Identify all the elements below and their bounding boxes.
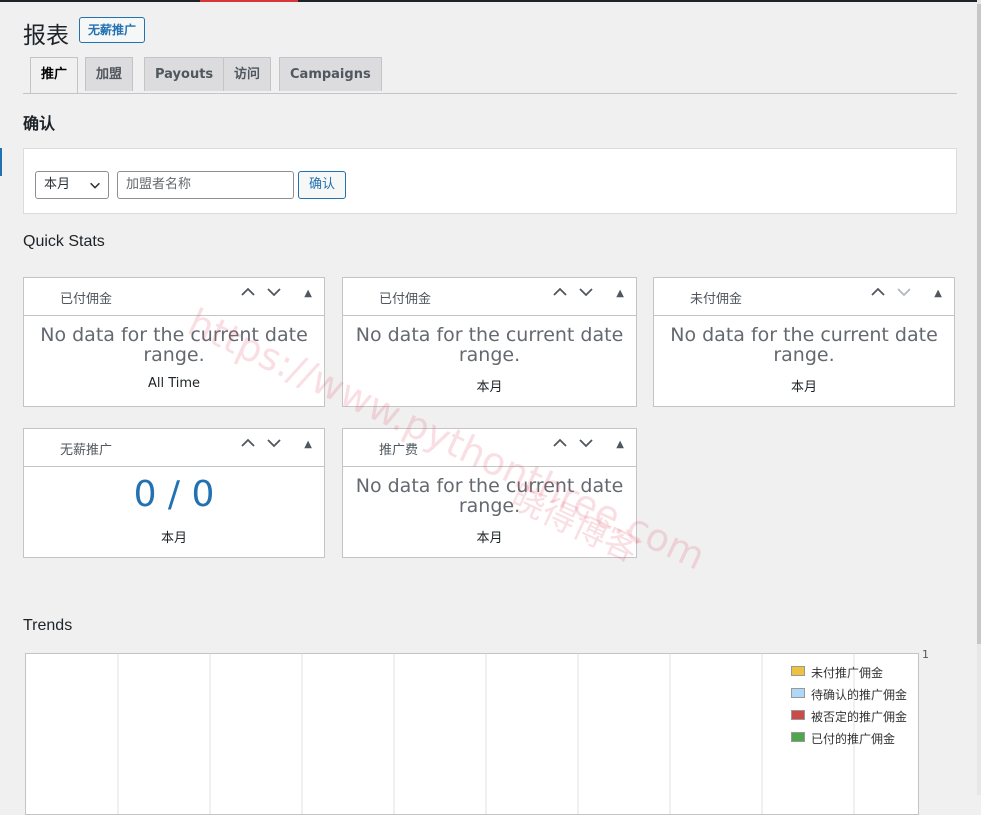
stat-card-referral-fees: 推广费 ▲ No data for the current date range… xyxy=(342,428,637,558)
affiliate-name-input[interactable]: 加盟者名称 xyxy=(117,171,294,199)
tab-affiliates[interactable]: 加盟 xyxy=(85,57,134,91)
page-title: 报表 xyxy=(23,23,69,49)
legend-swatch xyxy=(791,666,805,676)
filter-panel: 本月 加盟者名称 确认 xyxy=(23,148,957,214)
legend-swatch xyxy=(791,710,805,720)
collapse-toggle-icon[interactable]: ▲ xyxy=(304,288,312,299)
quick-stats-title: Quick Stats xyxy=(23,233,105,250)
filter-section-title: 确认 xyxy=(23,114,56,133)
collapse-toggle-icon[interactable]: ▲ xyxy=(616,288,624,299)
period-select[interactable]: 本月 xyxy=(35,171,109,199)
trends-chart-grid xyxy=(117,654,855,814)
stat-card-unpaid-referrals: 无薪推广 ▲ 0 / 0 本月 xyxy=(23,428,325,558)
legend-label: 未付推广佣金 xyxy=(811,666,884,680)
stat-card-title: 已付佣金 xyxy=(60,292,113,307)
stat-card-header: 已付佣金 ▲ xyxy=(343,278,636,316)
tab-visits[interactable]: 访问 xyxy=(223,57,272,91)
scrollbar-thumb[interactable] xyxy=(977,4,981,644)
stat-card-period: All Time xyxy=(147,376,201,391)
trends-chart xyxy=(25,653,919,815)
move-up-icon[interactable] xyxy=(552,284,568,300)
stat-card-paid-earnings-month: 已付佣金 ▲ No data for the current date rang… xyxy=(342,277,637,407)
chevron-down-icon xyxy=(88,172,102,192)
left-edge-marker xyxy=(0,148,2,176)
stat-card-period: 本月 xyxy=(476,380,503,395)
top-bar-accent xyxy=(200,0,298,2)
move-down-icon[interactable] xyxy=(578,284,594,300)
legend-label: 待确认的推广佣金 xyxy=(811,688,908,702)
stat-card-header: 推广费 ▲ xyxy=(343,429,636,467)
stat-card-period: 本月 xyxy=(160,531,187,546)
stat-card-paid-earnings-all-time: 已付佣金 ▲ No data for the current date rang… xyxy=(23,277,325,407)
report-tabs: 推广 加盟 Payouts 访问 Campaigns xyxy=(23,57,957,94)
move-up-icon[interactable] xyxy=(870,284,886,300)
title-badge-button[interactable]: 无薪推广 xyxy=(79,17,146,43)
stat-card-value: 0 / 0 xyxy=(133,474,215,515)
admin-top-bar xyxy=(0,0,981,2)
move-up-icon[interactable] xyxy=(240,435,256,451)
tab-referrals[interactable]: 推广 xyxy=(30,57,79,93)
stat-card-period: 本月 xyxy=(790,380,817,395)
move-down-icon[interactable] xyxy=(896,284,912,300)
stat-card-header: 无薪推广 ▲ xyxy=(24,429,324,467)
move-down-icon[interactable] xyxy=(578,435,594,451)
tab-campaigns[interactable]: Campaigns xyxy=(279,57,382,91)
legend-swatch xyxy=(791,732,805,742)
move-down-icon[interactable] xyxy=(266,284,282,300)
stat-card-empty-message: No data for the current date range. xyxy=(355,324,624,366)
legend-label: 被否定的推广佣金 xyxy=(811,710,908,724)
stat-card-header: 已付佣金 ▲ xyxy=(24,278,324,316)
move-down-icon[interactable] xyxy=(266,435,282,451)
stat-card-title: 已付佣金 xyxy=(379,292,432,307)
move-up-icon[interactable] xyxy=(240,284,256,300)
legend-swatch xyxy=(791,688,805,698)
stat-card-period: 本月 xyxy=(476,531,503,546)
collapse-toggle-icon[interactable]: ▲ xyxy=(304,439,312,450)
stat-card-title: 无薪推广 xyxy=(60,443,113,458)
filter-submit-button[interactable]: 确认 xyxy=(298,171,347,199)
stat-card-empty-message: No data for the current date range. xyxy=(40,324,308,366)
stat-card-empty-message: No data for the current date range. xyxy=(355,475,624,517)
trends-title: Trends xyxy=(23,617,73,634)
stat-card-unpaid-earnings: 未付佣金 ▲ No data for the current date rang… xyxy=(653,277,955,407)
chart-y-tick-label: 1 xyxy=(922,648,929,661)
tab-payouts[interactable]: Payouts xyxy=(144,57,225,91)
legend-label: 已付的推广佣金 xyxy=(811,732,896,746)
stat-card-title: 未付佣金 xyxy=(690,292,743,307)
stat-card-title: 推广费 xyxy=(379,443,419,458)
period-select-value: 本月 xyxy=(44,177,71,192)
collapse-toggle-icon[interactable]: ▲ xyxy=(616,439,624,450)
collapse-toggle-icon[interactable]: ▲ xyxy=(934,288,942,299)
move-up-icon[interactable] xyxy=(552,435,568,451)
stat-card-header: 未付佣金 ▲ xyxy=(654,278,954,316)
stat-card-empty-message: No data for the current date range. xyxy=(670,324,938,366)
